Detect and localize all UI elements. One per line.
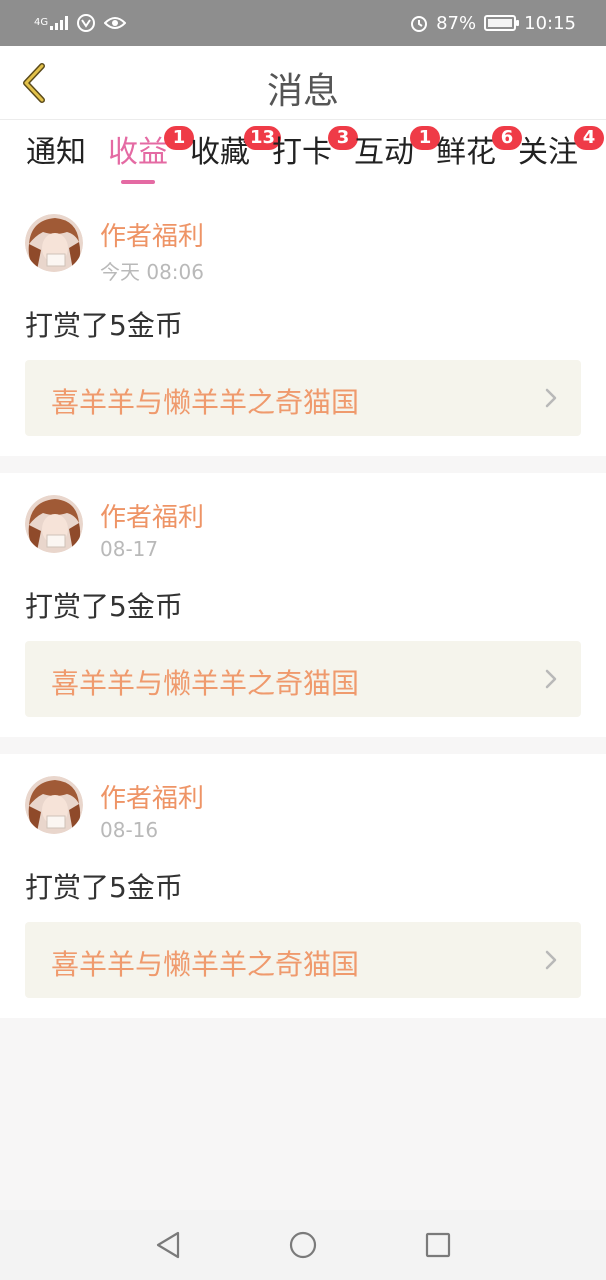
- data-icon: [76, 13, 96, 33]
- alarm-icon: [410, 14, 428, 32]
- tab-checkin[interactable]: 打卡 3: [270, 126, 358, 184]
- tab-favorites[interactable]: 收藏 13: [188, 126, 282, 184]
- clock: 10:15: [524, 12, 576, 34]
- message-text: 打赏了5金币: [25, 309, 183, 342]
- message-text: 打赏了5金币: [25, 871, 183, 904]
- battery-percent: 87%: [436, 12, 477, 34]
- message-time: 08-16: [100, 818, 159, 842]
- tab-follow[interactable]: 关注 4: [516, 126, 604, 184]
- book-link[interactable]: 喜羊羊与懒羊羊之奇猫国: [25, 641, 581, 717]
- message-time: 今天 08:06: [100, 260, 204, 284]
- avatar[interactable]: [25, 495, 83, 553]
- book-link[interactable]: 喜羊羊与懒羊羊之奇猫国: [25, 922, 581, 998]
- tab-label: 互动: [354, 135, 414, 170]
- author-name[interactable]: 作者福利: [100, 778, 204, 815]
- message-card: 作者福利 08-16 打赏了5金币 喜羊羊与懒羊羊之奇猫国: [0, 754, 606, 1018]
- tab-badge: 4: [574, 126, 604, 150]
- eye-icon: [104, 15, 127, 31]
- status-right: 87% 10:15: [410, 13, 576, 34]
- tab-earnings[interactable]: 收益 1: [106, 126, 194, 184]
- nav-home-icon[interactable]: [288, 1230, 318, 1260]
- tab-bar: 通知 收益 1 收藏 13 打卡 3 互动 1 鲜花 6 关注 4: [0, 120, 606, 196]
- chevron-right-icon: [545, 950, 557, 970]
- book-link[interactable]: 喜羊羊与懒羊羊之奇猫国: [25, 360, 581, 436]
- message-text: 打赏了5金币: [25, 590, 183, 623]
- status-left: 4G: [34, 13, 127, 33]
- message-time: 08-17: [100, 537, 159, 561]
- page-title: 消息: [266, 71, 339, 112]
- nav-recents-icon[interactable]: [423, 1230, 453, 1260]
- tab-flowers[interactable]: 鲜花 6: [434, 126, 522, 184]
- header: 消息: [0, 46, 606, 120]
- book-title: 喜羊羊与懒羊羊之奇猫国: [51, 948, 360, 981]
- message-card: 作者福利 今天 08:06 打赏了5金币 喜羊羊与懒羊羊之奇猫国: [0, 192, 606, 456]
- avatar[interactable]: [25, 776, 83, 834]
- tab-interaction[interactable]: 互动 1: [352, 126, 440, 184]
- tab-label: 关注: [518, 135, 578, 170]
- book-title: 喜羊羊与懒羊羊之奇猫国: [51, 386, 360, 419]
- active-tab-indicator: [121, 180, 155, 184]
- tab-label: 打卡: [272, 135, 332, 170]
- message-card: 作者福利 08-17 打赏了5金币 喜羊羊与懒羊羊之奇猫国: [0, 473, 606, 737]
- network-type: 4G: [34, 17, 49, 28]
- book-title: 喜羊羊与懒羊羊之奇猫国: [51, 667, 360, 700]
- nav-back-icon[interactable]: [154, 1230, 184, 1260]
- tab-label: 鲜花: [436, 135, 496, 170]
- chevron-right-icon: [545, 669, 557, 689]
- author-name[interactable]: 作者福利: [100, 497, 204, 534]
- tab-label: 收藏: [190, 135, 250, 170]
- status-bar: 4G 87% 10:15: [0, 0, 606, 46]
- author-name[interactable]: 作者福利: [100, 216, 204, 253]
- tab-notice[interactable]: 通知: [24, 134, 88, 184]
- tab-label: 通知: [26, 135, 86, 170]
- signal-icon: 4G: [34, 16, 69, 30]
- avatar[interactable]: [25, 214, 83, 272]
- system-nav-bar: [0, 1210, 606, 1280]
- tab-label: 收益: [108, 135, 168, 170]
- battery-icon: [484, 15, 520, 31]
- chevron-right-icon: [545, 388, 557, 408]
